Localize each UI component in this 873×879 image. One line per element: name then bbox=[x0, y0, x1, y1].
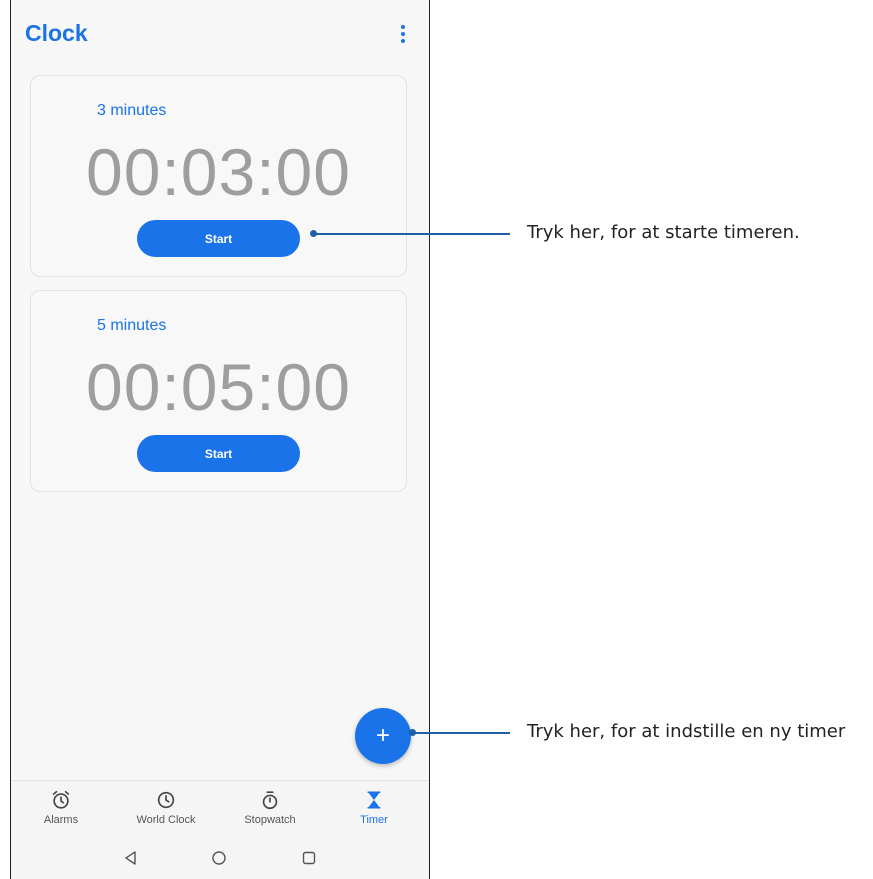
timer-card[interactable]: 3 minutes 00:03:00 Start bbox=[30, 75, 407, 277]
phone-screen: Clock 3 minutes 00:03:00 Start 5 minutes… bbox=[10, 0, 430, 879]
tab-label: World Clock bbox=[136, 814, 196, 826]
back-icon[interactable] bbox=[123, 850, 139, 866]
alarm-clock-icon bbox=[52, 790, 70, 809]
timer-label: 5 minutes bbox=[97, 317, 167, 334]
tab-label: Timer bbox=[360, 814, 388, 826]
start-button[interactable]: Start bbox=[137, 220, 300, 257]
tab-timer[interactable]: Timer bbox=[324, 781, 424, 837]
callout-line bbox=[314, 233, 510, 235]
hourglass-icon bbox=[367, 791, 381, 809]
stopwatch-icon bbox=[262, 791, 278, 810]
tab-world-clock[interactable]: World Clock bbox=[116, 781, 216, 837]
home-icon[interactable] bbox=[211, 850, 227, 866]
timer-label: 3 minutes bbox=[97, 102, 167, 119]
timer-value: 00:03:00 bbox=[86, 135, 351, 209]
app-title: Clock bbox=[25, 20, 88, 46]
clock-icon bbox=[157, 791, 175, 809]
tab-label: Alarms bbox=[43, 814, 79, 826]
callout-add-text: Tryk her, for at indstille en ny timer bbox=[527, 721, 846, 742]
add-timer-button[interactable]: + bbox=[355, 708, 411, 764]
bottom-navigation: Alarms World Clock Stopwatch Timer bbox=[11, 780, 429, 837]
tab-stopwatch[interactable]: Stopwatch bbox=[220, 781, 320, 837]
start-button[interactable]: Start bbox=[137, 435, 300, 472]
tab-label: Stopwatch bbox=[244, 814, 296, 826]
tab-alarms[interactable]: Alarms bbox=[11, 781, 111, 837]
timer-card[interactable]: 5 minutes 00:05:00 Start bbox=[30, 290, 407, 492]
more-options-icon[interactable] bbox=[395, 20, 411, 48]
recents-icon[interactable] bbox=[301, 850, 317, 866]
timer-value: 00:05:00 bbox=[86, 350, 351, 424]
plus-icon: + bbox=[375, 722, 390, 749]
system-navigation-bar bbox=[11, 836, 429, 879]
callout-line bbox=[413, 732, 510, 734]
callout-start-text: Tryk her, for at starte timeren. bbox=[527, 222, 800, 243]
